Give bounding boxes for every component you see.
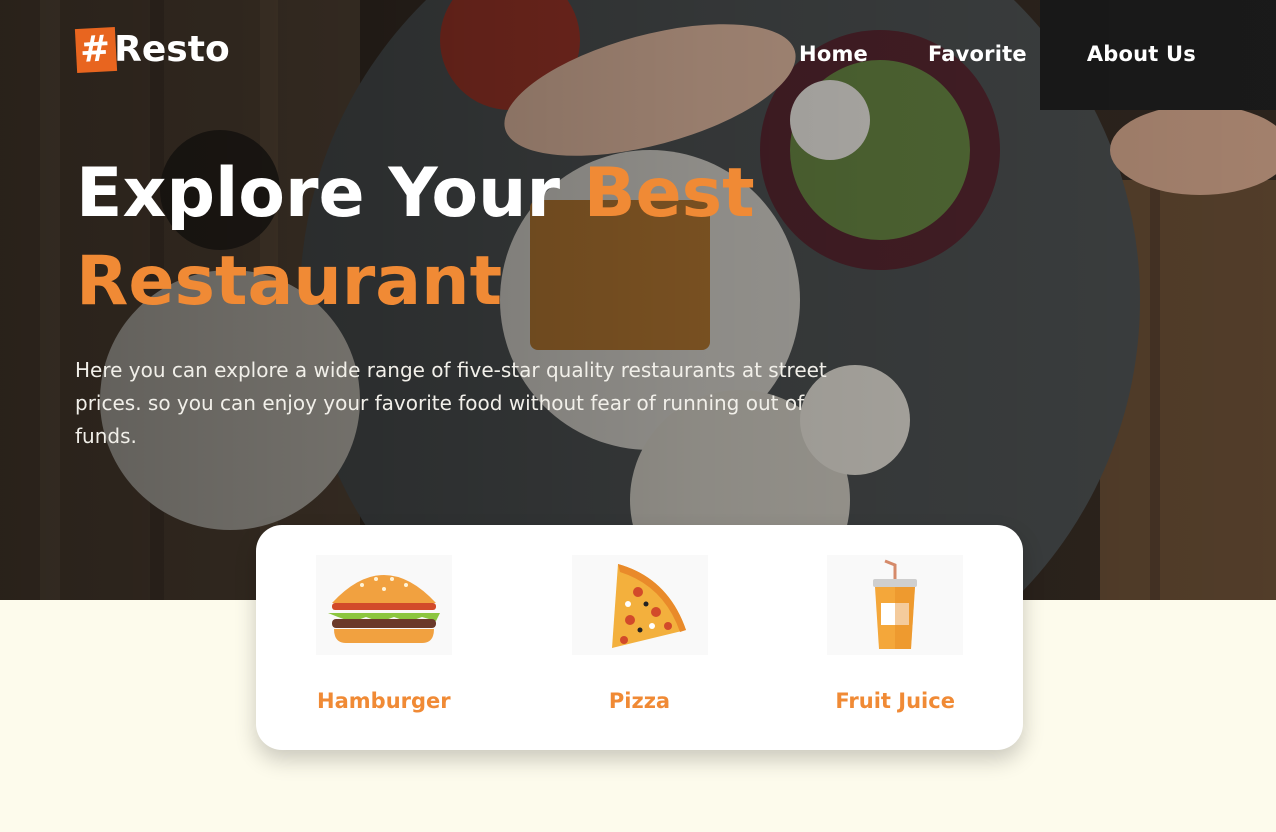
nav-home-link[interactable]: Home	[799, 42, 868, 66]
nav-about-us-link[interactable]: About Us	[1087, 42, 1196, 66]
logo-wordmark: Resto	[114, 29, 230, 70]
main-nav: Home Favorite About Us	[799, 42, 1196, 66]
category-label: Fruit Juice	[835, 689, 955, 713]
category-hamburger[interactable]: Hamburger	[256, 525, 512, 750]
category-label: Hamburger	[317, 689, 451, 713]
hero-section: # Resto Home Favorite About Us Explore Y…	[0, 0, 1276, 600]
pizza-icon	[571, 555, 708, 655]
hero-description: Here you can explore a wide range of fiv…	[75, 358, 827, 448]
logo-hash: #	[74, 26, 118, 74]
nav-favorite-link[interactable]: Favorite	[928, 42, 1027, 66]
category-card: Hamburger Pizza Fruit Juice	[256, 525, 1023, 750]
brand-logo[interactable]: # Resto	[74, 26, 230, 74]
hamburger-icon	[315, 555, 452, 655]
hero-title: Explore Your Best Restaurant	[76, 150, 876, 326]
hero-title-accent-best: Best	[583, 154, 755, 233]
hero-title-white: Explore Your	[76, 154, 561, 233]
category-label: Pizza	[608, 689, 671, 713]
category-pizza[interactable]: Pizza	[512, 525, 768, 750]
fruit-juice-icon	[827, 555, 964, 655]
category-fruit-juice[interactable]: Fruit Juice	[767, 525, 1023, 750]
hero-title-accent-restaurant: Restaurant	[76, 242, 503, 321]
